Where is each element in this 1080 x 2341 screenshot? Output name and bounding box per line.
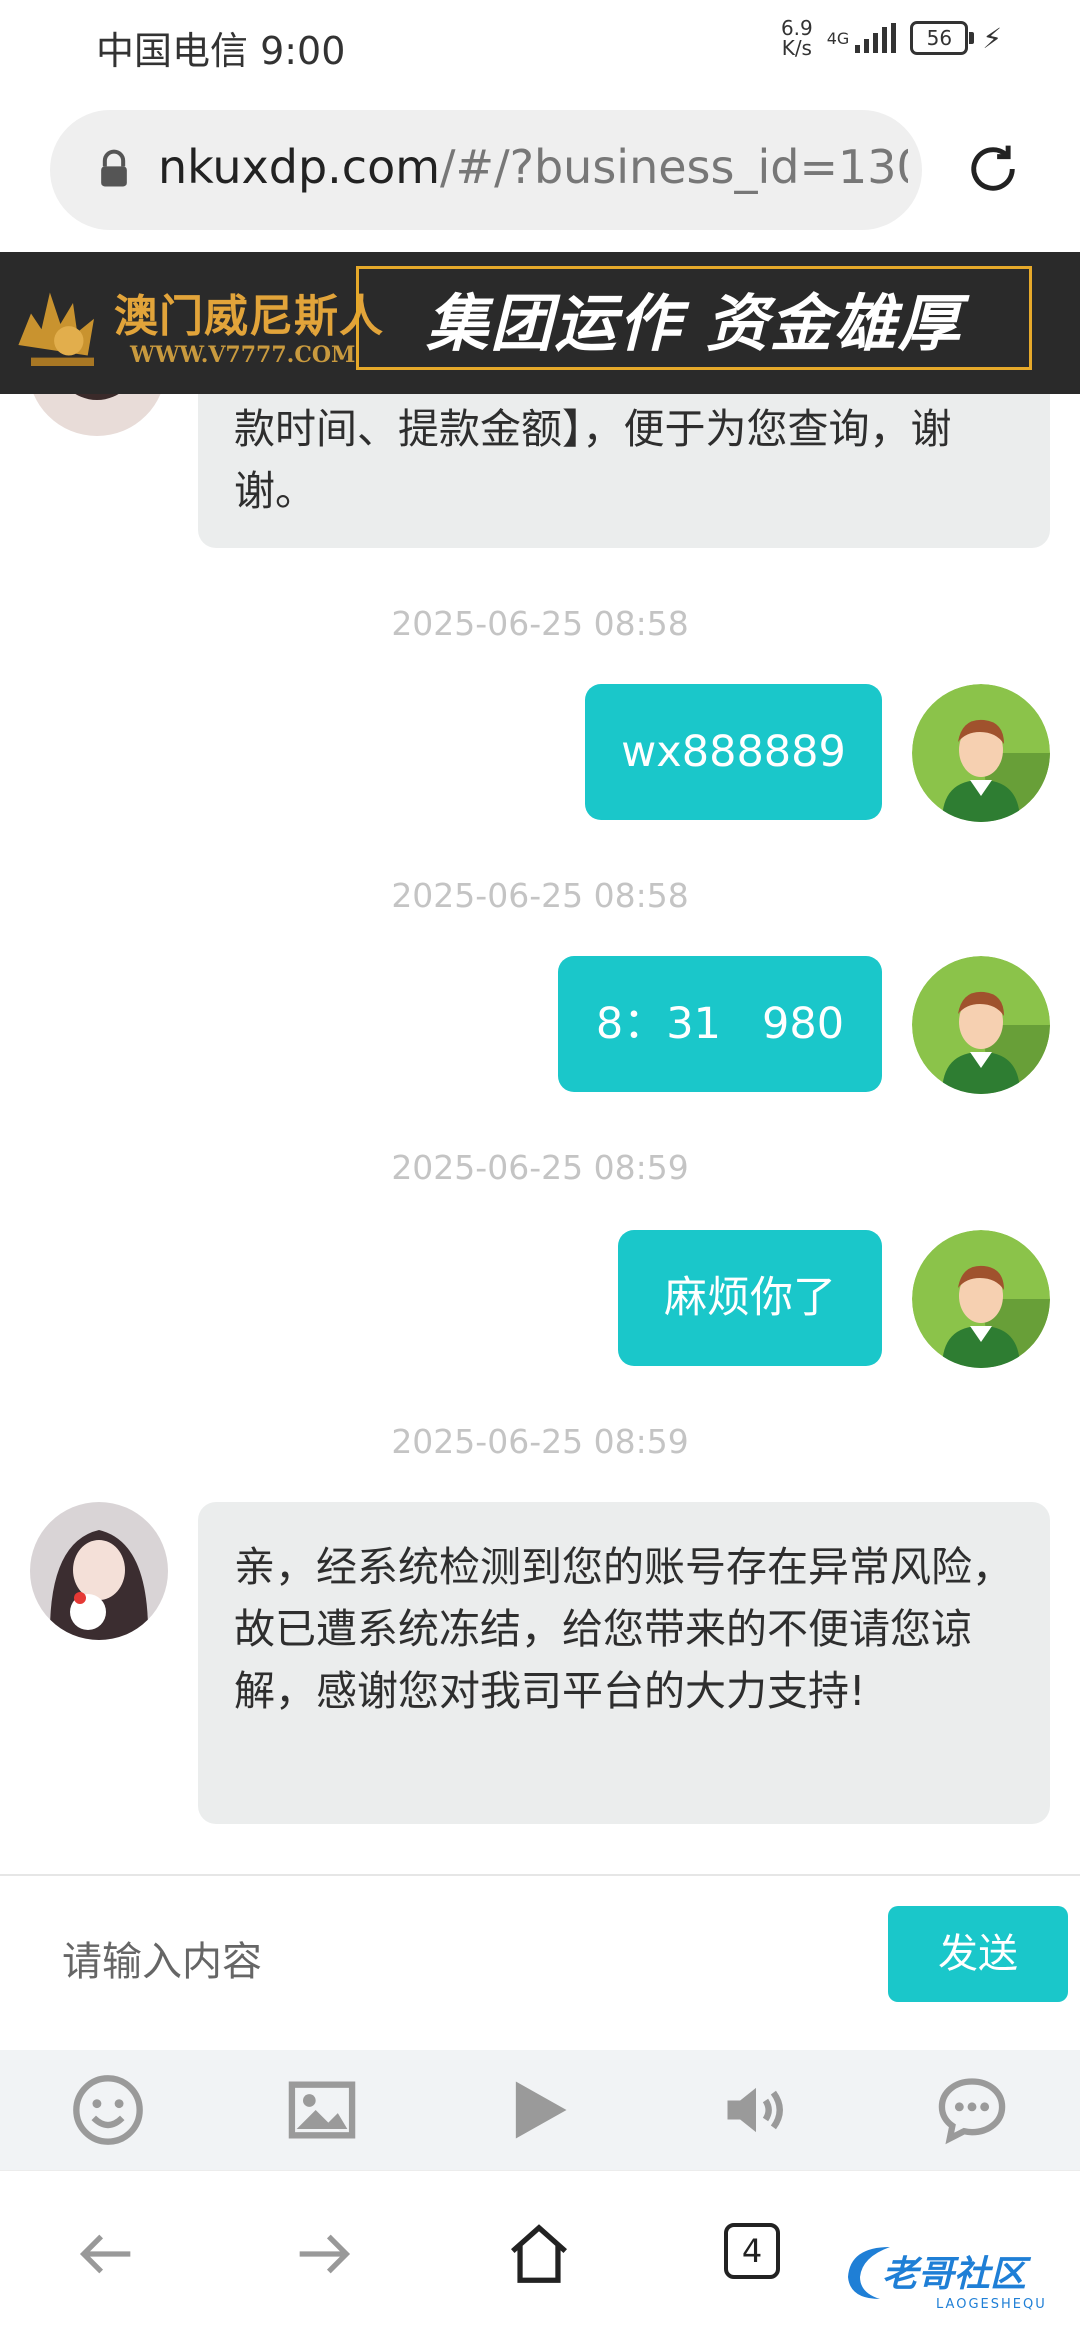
url-text[interactable]: nkuxdp.com/#/?business_id=130& [158,140,908,194]
message-bubble-user: 麻烦你了 [618,1230,882,1366]
battery-icon: 56 [910,21,975,55]
status-icons: 6.9 K/s 4G 56 ⚡ [781,18,1002,58]
home-icon[interactable] [504,2219,574,2289]
chat-messages[interactable]: 款时间、提款金额】，便于为您查询，谢谢。 2025-06-25 08:58 wx… [0,394,1080,1874]
message-timestamp: 2025-06-25 08:59 [391,1422,689,1461]
message-timestamp: 2025-06-25 08:58 [391,876,689,915]
chat-toolbar [0,2050,1080,2170]
banner-slogan: 集团运作 资金雄厚 [356,266,1032,370]
forward-icon[interactable] [288,2219,358,2289]
volume-icon[interactable] [718,2072,794,2148]
banner-site: WWW.V7777.COM [130,342,356,368]
charging-icon: ⚡ [982,21,1002,55]
send-button[interactable]: 发送 [888,1906,1068,2002]
banner-brand: 澳门威尼斯人 [114,291,384,342]
status-bar: 中国电信 9:00 6.9 K/s 4G 56 ⚡ [0,0,1080,90]
message-timestamp: 2025-06-25 08:59 [391,1148,689,1187]
tabs-button[interactable]: 4 [724,2223,780,2279]
message-bubble-user: wx888889 [585,684,882,820]
user-avatar [912,684,1050,822]
image-icon[interactable] [284,2072,360,2148]
user-avatar [912,1230,1050,1368]
ad-banner[interactable]: 澳门威尼斯人 WWW.V7777.COM 集团运作 资金雄厚 [0,252,1080,396]
message-bubble-user: 8：31 980 [558,956,882,1092]
net-speed: 6.9 K/s [780,16,813,60]
message-bubble-agent: 亲，经系统检测到您的账号存在异常风险，故已遭系统冻结，给您带来的不便请您谅解，感… [198,1502,1050,1824]
signal-icon [855,23,897,53]
watermark: 老哥社区 LAOGESHEQU [840,2237,1070,2323]
network-type: 4G [826,28,850,48]
user-avatar [912,956,1050,1094]
winged-lion-logo-icon [18,292,94,366]
message-input-bar: 发送 [0,1874,1080,2050]
message-input[interactable] [60,1926,864,1998]
agent-avatar [30,1502,168,1640]
address-bar[interactable]: nkuxdp.com/#/?business_id=130& [50,110,922,230]
message-bubble-agent: 款时间、提款金额】，便于为您查询，谢谢。 [198,394,1050,548]
back-icon[interactable] [72,2219,142,2289]
agent-avatar [28,394,166,436]
carrier-time: 中国电信 9:00 [96,29,346,73]
play-icon[interactable] [500,2072,576,2148]
chat-bubble-icon[interactable] [934,2072,1010,2148]
message-timestamp: 2025-06-25 08:58 [391,604,689,643]
reload-icon[interactable] [960,136,1026,202]
banner-logo: 澳门威尼斯人 WWW.V7777.COM [10,270,383,380]
emoji-icon[interactable] [70,2072,146,2148]
lock-icon [101,149,127,187]
browser-nav-bar: 4 老哥社区 LAOGESHEQU [0,2170,1080,2341]
